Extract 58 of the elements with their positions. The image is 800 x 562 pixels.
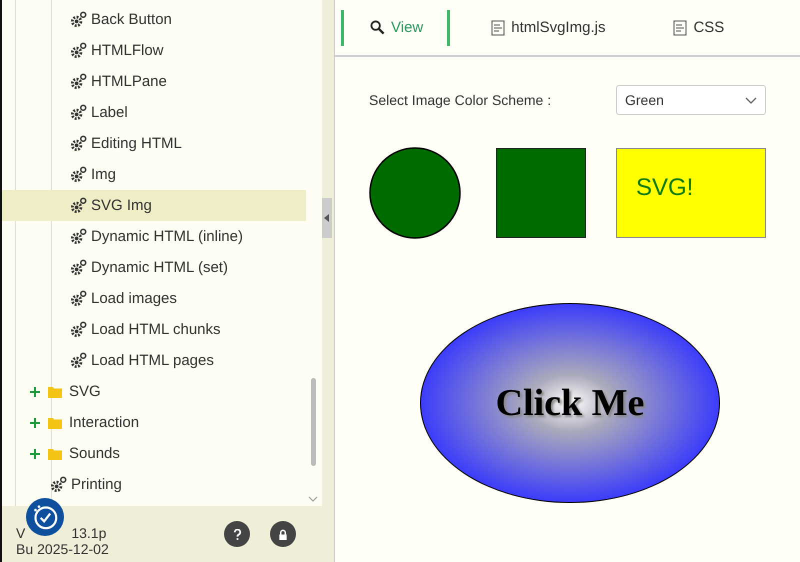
- tree-item[interactable]: Editing HTML: [2, 128, 306, 159]
- tree-item[interactable]: Load HTML pages: [2, 345, 306, 376]
- help-button[interactable]: [224, 521, 250, 547]
- tree-item[interactable]: Back Button: [2, 4, 306, 35]
- search-icon: [370, 20, 385, 35]
- tree-item[interactable]: Printing: [2, 469, 306, 500]
- gears-icon: [70, 104, 87, 121]
- question-mark-icon: [232, 528, 242, 540]
- lock-button[interactable]: [270, 521, 296, 547]
- document-icon: [673, 20, 688, 36]
- tree-item[interactable]: Label: [2, 97, 306, 128]
- expand-icon[interactable]: [30, 418, 40, 428]
- tree-item[interactable]: HTMLFlow: [2, 35, 306, 66]
- gears-icon: [70, 321, 87, 338]
- tab[interactable]: View: [341, 10, 450, 46]
- expand-icon[interactable]: [30, 386, 40, 396]
- version-number: 13.1p: [71, 525, 106, 541]
- folder-icon: [48, 386, 62, 398]
- color-scheme-dropdown[interactable]: Green: [616, 85, 766, 115]
- build-label: Bu: [16, 541, 34, 557]
- gears-icon: [70, 197, 87, 214]
- accessibility-badge-icon[interactable]: [26, 498, 64, 536]
- gears-icon: [70, 259, 87, 276]
- collapse-handle[interactable]: [322, 198, 332, 238]
- expand-icon[interactable]: [30, 448, 40, 458]
- gears-icon: [70, 11, 87, 28]
- build-date: 2025-12-02: [37, 541, 109, 557]
- document-icon: [491, 20, 506, 36]
- gears-icon: [70, 290, 87, 307]
- color-scheme-label: Select Image Color Scheme :: [369, 92, 552, 108]
- gears-icon: [70, 73, 87, 90]
- tab[interactable]: CSS: [644, 10, 752, 46]
- gears-icon: [50, 476, 67, 493]
- tree-item[interactable]: SVG Img: [2, 190, 306, 221]
- version-label: V: [16, 525, 26, 541]
- svg-text: SVG!: [636, 174, 694, 201]
- tree-item[interactable]: Load images: [2, 283, 306, 314]
- chevron-down-icon: [745, 96, 757, 104]
- tree-item[interactable]: Img: [2, 159, 306, 190]
- folder-icon: [48, 448, 62, 460]
- tree-item[interactable]: Dynamic HTML (set): [2, 252, 306, 283]
- folder-icon: [48, 416, 62, 428]
- tree-item[interactable]: Sounds: [2, 438, 306, 469]
- tree-item[interactable]: Dynamic HTML (inline): [2, 221, 306, 252]
- scrollbar[interactable]: [311, 378, 316, 466]
- tab[interactable]: htmlSvgImg.js: [462, 10, 632, 46]
- tree-item[interactable]: Interaction: [2, 407, 306, 438]
- lock-icon: [278, 528, 288, 540]
- gears-icon: [70, 166, 87, 183]
- chevron-down-icon[interactable]: [308, 496, 318, 502]
- tree-item[interactable]: Load HTML chunks: [2, 314, 306, 345]
- gears-icon: [70, 42, 87, 59]
- gears-icon: [70, 135, 87, 152]
- tree-item[interactable]: SVG: [2, 376, 306, 407]
- gears-icon: [70, 352, 87, 369]
- click-me-button[interactable]: Click Me: [420, 303, 720, 503]
- gears-icon: [70, 228, 87, 245]
- tree-item[interactable]: HTMLPane: [2, 66, 306, 97]
